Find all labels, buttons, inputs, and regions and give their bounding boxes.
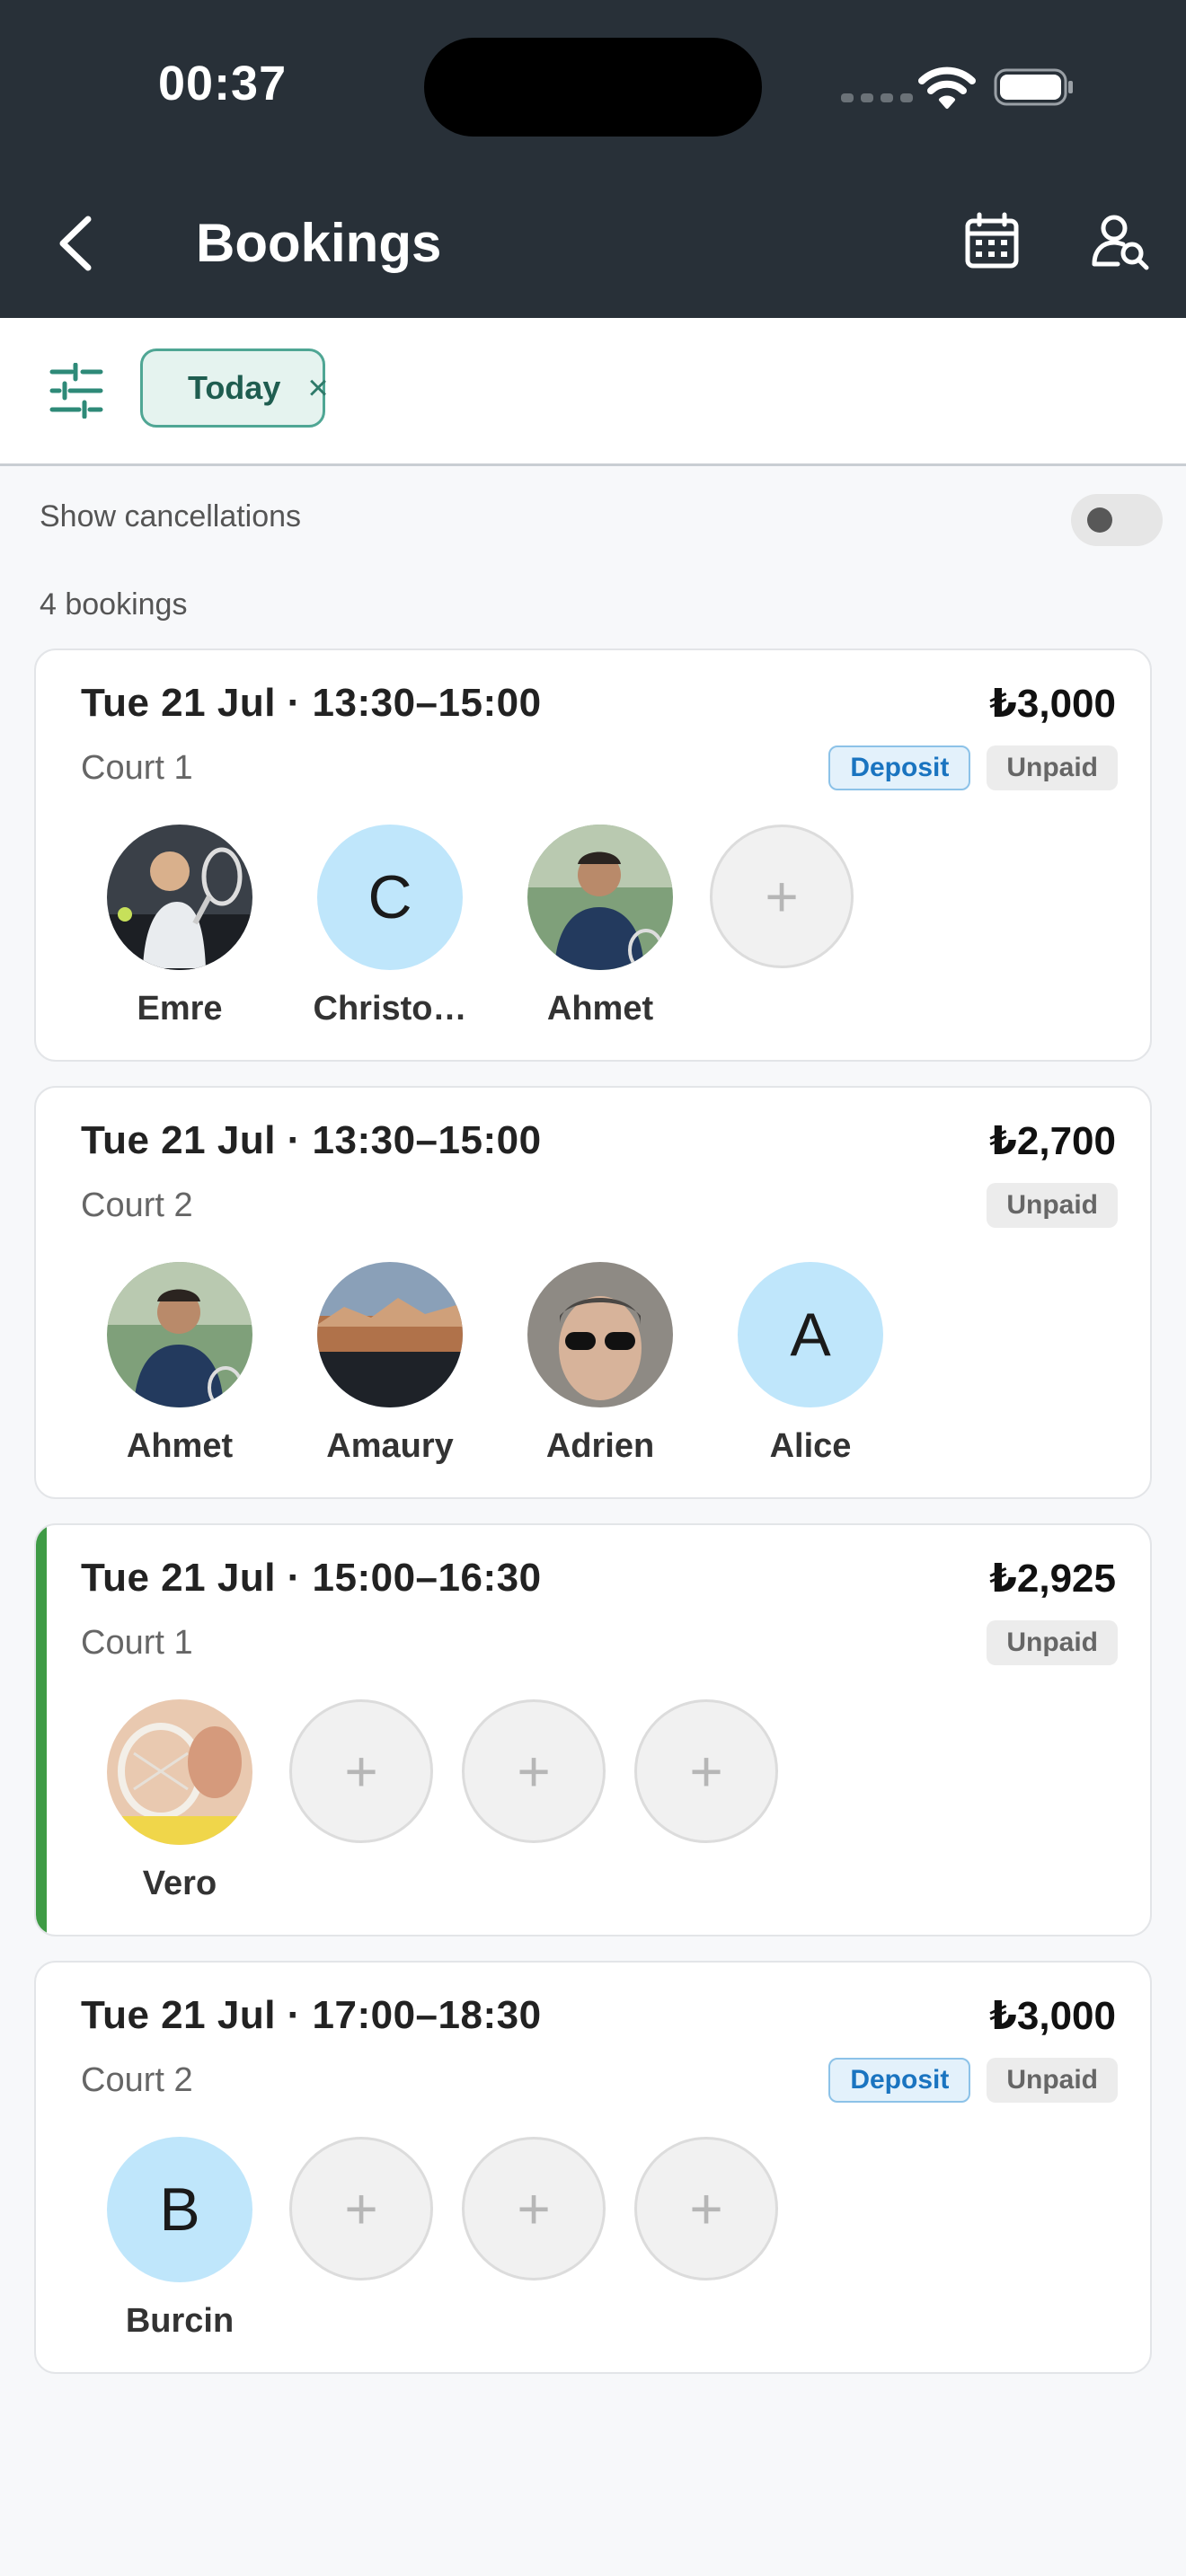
filter-sliders-icon[interactable] (49, 363, 104, 419)
bookings-count: 4 bookings (40, 587, 188, 622)
court-name: Court 1 (81, 749, 193, 787)
booking-card[interactable]: Tue 21 Jul · 17:00–18:30 ₺3,000 Court 2 … (34, 1961, 1152, 2374)
player-name: Ahmet (546, 990, 654, 1028)
booking-price: ₺2,925 (989, 1557, 1116, 1601)
player-name: Burcin (125, 2302, 235, 2340)
back-button[interactable] (54, 212, 99, 275)
player-avatar (317, 1262, 463, 1407)
player[interactable]: Ahmet (519, 825, 681, 1028)
player-name: Christo… (313, 990, 467, 1028)
add-player-button[interactable]: + (289, 2137, 433, 2280)
court-name: Court 2 (81, 1187, 193, 1224)
player[interactable]: B Burcin (99, 2137, 261, 2341)
player-avatar (107, 1262, 252, 1407)
booking-time: Tue 21 Jul · 15:00–16:30 (81, 1556, 542, 1600)
battery-icon (994, 68, 1073, 106)
chip-close-icon[interactable]: × (307, 368, 328, 409)
player-avatar (527, 825, 673, 970)
unpaid-badge: Unpaid (987, 1183, 1118, 1228)
booking-price: ₺3,000 (989, 1994, 1116, 2038)
add-player-button[interactable]: + (634, 2137, 778, 2280)
booking-time: Tue 21 Jul · 13:30–15:00 (81, 681, 542, 725)
show-cancellations-label: Show cancellations (40, 499, 302, 534)
unpaid-badge: Unpaid (987, 745, 1118, 790)
player-avatar: C (317, 825, 463, 970)
booking-price: ₺2,700 (989, 1119, 1116, 1163)
add-player-button[interactable]: + (289, 1699, 433, 1843)
player-name: Emre (137, 990, 223, 1028)
add-player-button[interactable]: + (634, 1699, 778, 1843)
user-search-icon[interactable] (1091, 212, 1150, 271)
booking-time: Tue 21 Jul · 13:30–15:00 (81, 1118, 542, 1162)
player-avatar (107, 825, 252, 970)
player-name: Vero (142, 1865, 217, 1902)
unpaid-badge: Unpaid (987, 1620, 1118, 1665)
add-player-button[interactable]: + (710, 825, 854, 968)
player-avatar (527, 1262, 673, 1407)
dynamic-island (424, 38, 762, 137)
page-title: Bookings (196, 213, 442, 273)
status-time: 00:37 (158, 57, 288, 110)
player[interactable]: A Alice (730, 1262, 891, 1466)
player-avatar: B (107, 2137, 252, 2282)
player-avatar (107, 1699, 252, 1845)
unpaid-badge: Unpaid (987, 2058, 1118, 2103)
app-header: 00:37 Bookings (0, 0, 1186, 318)
player-name: Adrien (545, 1427, 655, 1465)
filter-bar: Today × (0, 318, 1186, 466)
court-name: Court 1 (81, 1624, 193, 1662)
player-avatar: A (738, 1262, 883, 1407)
chip-label: Today (188, 369, 281, 406)
add-player-button[interactable]: + (462, 2137, 606, 2280)
player[interactable]: Amaury (309, 1262, 471, 1466)
deposit-badge: Deposit (828, 2058, 971, 2103)
player[interactable]: C Christo… (309, 825, 471, 1028)
player-name: Ahmet (126, 1427, 234, 1465)
player[interactable]: Emre (99, 825, 261, 1028)
booking-time: Tue 21 Jul · 17:00–18:30 (81, 1993, 542, 2037)
booking-price: ₺3,000 (989, 682, 1116, 726)
player[interactable]: Adrien (519, 1262, 681, 1466)
deposit-badge: Deposit (828, 745, 971, 790)
player[interactable]: Ahmet (99, 1262, 261, 1466)
booking-card[interactable]: Tue 21 Jul · 13:30–15:00 ₺3,000 Court 1 … (34, 648, 1152, 1062)
player-name: Alice (769, 1427, 852, 1465)
player[interactable]: Vero (99, 1699, 261, 1903)
booking-card[interactable]: Tue 21 Jul · 13:30–15:00 ₺2,700 Court 2 … (34, 1086, 1152, 1499)
booking-card[interactable]: Tue 21 Jul · 15:00–16:30 ₺2,925 Court 1 … (34, 1523, 1152, 1936)
player-name: Amaury (326, 1427, 454, 1465)
add-player-button[interactable]: + (462, 1699, 606, 1843)
show-cancellations-toggle[interactable] (1071, 494, 1163, 546)
cellular-signal-icon (841, 93, 913, 102)
wifi-icon (918, 66, 976, 109)
court-name: Court 2 (81, 2061, 193, 2099)
today-filter-chip[interactable]: Today × (140, 348, 329, 428)
calendar-icon[interactable] (963, 212, 1021, 269)
